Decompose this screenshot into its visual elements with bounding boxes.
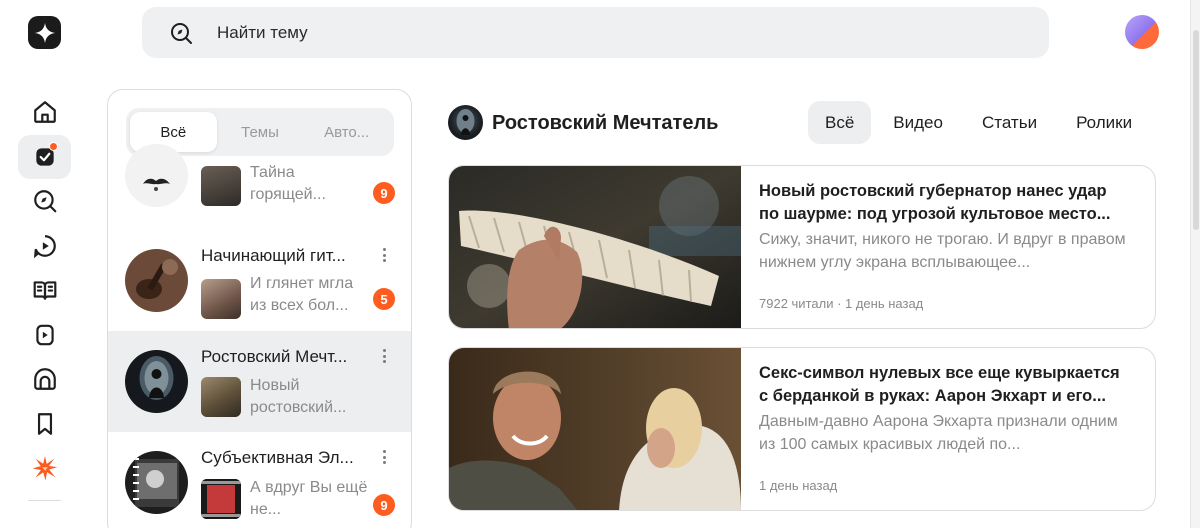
nav-item-promo[interactable] xyxy=(18,446,71,491)
post-thumbnail xyxy=(201,279,241,319)
discover-icon xyxy=(33,190,56,213)
nav-item-discover[interactable] xyxy=(18,179,71,224)
bookmark-icon xyxy=(37,412,52,435)
post-snippet: Новый ростовский... xyxy=(250,377,347,416)
channel-name: Ростовский Мечт... xyxy=(201,347,348,366)
article-description: Давным-давно Аарона Экхарта признали одн… xyxy=(759,413,1118,453)
channel-avatar xyxy=(125,249,188,312)
app-root: Найти тему Всё Темы Авто... Тайна горяще… xyxy=(0,0,1200,528)
nav-item-subscriptions[interactable] xyxy=(18,134,71,179)
sidebar-nav xyxy=(18,90,71,491)
subscription-row[interactable]: Субъективная Эл... А вдруг Вы ещё не... … xyxy=(108,432,411,528)
logo[interactable] xyxy=(28,16,61,49)
post-thumbnail xyxy=(201,377,241,417)
channel-name: Субъективная Эл... xyxy=(201,448,354,467)
more-options-icon[interactable] xyxy=(376,347,392,365)
subscription-row[interactable]: Тайна горящей... 9 xyxy=(108,144,411,230)
article-card[interactable]: Новый ростовский губернатор нанес удар п… xyxy=(448,165,1156,329)
post-thumbnail xyxy=(201,479,241,519)
home-icon xyxy=(33,101,56,124)
subscription-row[interactable]: Ростовский Мечт... Новый ростовский... xyxy=(108,331,411,432)
post-snippet: А вдруг Вы ещё не... xyxy=(250,479,368,518)
channel-title: Ростовский Мечтатель xyxy=(492,112,719,134)
post-thumbnail xyxy=(201,166,241,206)
notification-dot xyxy=(49,141,58,151)
tab-all[interactable]: Всё xyxy=(808,101,872,144)
nav-item-studio[interactable] xyxy=(18,357,71,402)
filter-tab-topics[interactable]: Темы xyxy=(217,112,304,152)
article-cover-image xyxy=(449,166,741,328)
sparkle-logo-icon xyxy=(34,22,55,43)
studio-icon xyxy=(33,368,56,391)
user-avatar[interactable] xyxy=(1125,15,1159,49)
unread-badge: 9 xyxy=(373,182,395,204)
more-options-icon[interactable] xyxy=(376,246,392,264)
clips-icon xyxy=(35,324,54,346)
article-title: Секс-символ нулевых все еще кувыркается … xyxy=(759,364,1120,405)
nav-item-articles[interactable] xyxy=(18,268,71,313)
article-description: Сижу, значит, никого не трогаю. И вдруг … xyxy=(759,231,1126,271)
tab-video[interactable]: Видео xyxy=(876,101,960,144)
channel-avatar xyxy=(125,144,188,207)
nav-item-video[interactable] xyxy=(18,224,71,269)
promo-icon xyxy=(32,456,57,481)
article-card[interactable]: Секс-символ нулевых все еще кувыркается … xyxy=(448,347,1156,511)
page-scrollbar[interactable] xyxy=(1190,0,1200,528)
video-icon xyxy=(33,234,56,258)
post-snippet: И глянет мгла из всех бол... xyxy=(250,275,354,314)
unread-badge: 9 xyxy=(373,494,395,516)
articles-icon xyxy=(33,281,56,300)
subscription-row[interactable]: Начинающий гит... И глянет мгла из всех … xyxy=(108,230,411,331)
filter-tab-authors[interactable]: Авто... xyxy=(303,112,390,152)
post-snippet: Тайна горящей... xyxy=(250,164,326,203)
unread-badge: 5 xyxy=(373,288,395,310)
article-title: Новый ростовский губернатор нанес удар п… xyxy=(759,182,1111,223)
nav-divider xyxy=(28,500,61,501)
tab-articles[interactable]: Статьи xyxy=(965,101,1054,144)
nav-item-bookmarks[interactable] xyxy=(18,402,71,447)
scrollbar-thumb[interactable] xyxy=(1193,30,1199,230)
tab-clips[interactable]: Ролики xyxy=(1059,101,1149,144)
subscriptions-panel: Всё Темы Авто... Тайна горящей... 9 Начи… xyxy=(107,89,412,528)
more-options-icon[interactable] xyxy=(376,448,392,466)
search-bar[interactable]: Найти тему xyxy=(142,7,1049,58)
article-meta: 7922 читали · 1 день назад xyxy=(759,296,924,311)
channel-avatar xyxy=(125,350,188,413)
channel-name: Начинающий гит... xyxy=(201,246,346,265)
channel-avatar xyxy=(125,451,188,514)
article-cover-image xyxy=(449,348,741,510)
nav-item-clips[interactable] xyxy=(18,313,71,358)
search-icon xyxy=(168,20,194,46)
subscriptions-list: Тайна горящей... 9 Начинающий гит... И г… xyxy=(108,144,411,528)
article-meta: 1 день назад xyxy=(759,478,838,493)
search-input[interactable]: Найти тему xyxy=(217,23,308,43)
channel-tabs: Всё Видео Статьи Ролики xyxy=(808,101,1154,144)
channel-avatar[interactable] xyxy=(448,105,483,140)
nav-item-home[interactable] xyxy=(18,90,71,135)
